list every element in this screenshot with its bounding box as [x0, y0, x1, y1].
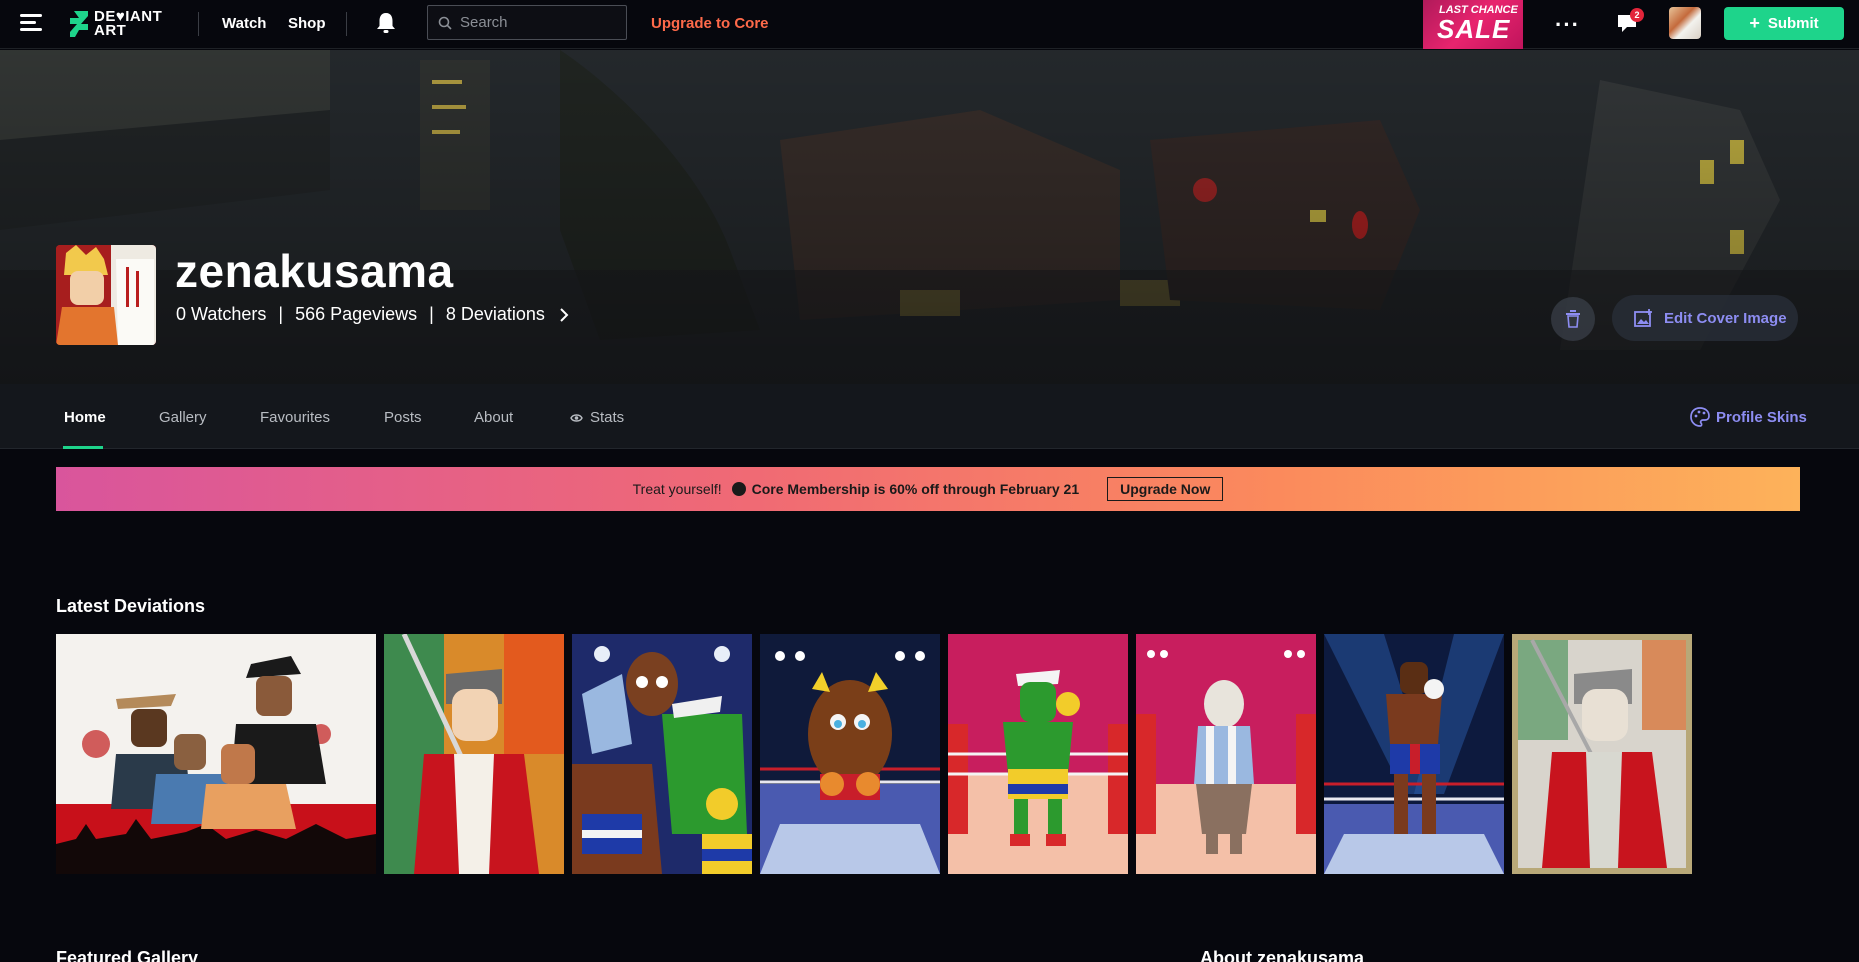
sale-banner[interactable]: LAST CHANCE SALE [1423, 0, 1523, 49]
deviation-thumbnail[interactable] [948, 634, 1128, 874]
profile-tabs: Home Gallery Favourites Posts About Stat… [0, 384, 1859, 449]
promo-banner[interactable]: Treat yourself! Core Membership is 60% o… [56, 467, 1800, 511]
tab-stats[interactable]: Stats [570, 409, 624, 426]
submit-button[interactable]: + Submit [1724, 7, 1844, 40]
watchers-count: 0 Watchers [176, 304, 267, 324]
pageviews-count: 566 Pageviews [295, 304, 418, 324]
deviantart-logo-icon [70, 11, 88, 37]
more-options-icon[interactable]: ··· [1555, 12, 1580, 38]
deviation-thumbnail[interactable] [1512, 634, 1692, 874]
tab-about[interactable]: About [474, 409, 513, 426]
upgrade-to-core-link[interactable]: Upgrade to Core [651, 15, 769, 32]
search-placeholder: Search [460, 14, 508, 31]
featured-gallery-title[interactable]: Featured Gallery [56, 948, 198, 962]
promo-core-text: Core Membership is 60% off through Febru… [751, 481, 1080, 497]
search-icon [438, 16, 452, 30]
deviation-thumbnail[interactable] [1136, 634, 1316, 874]
active-tab-indicator [63, 446, 103, 449]
thumbnail-image [760, 634, 940, 874]
palette-icon [1690, 407, 1710, 427]
edit-cover-image-button[interactable]: Edit Cover Image [1612, 295, 1798, 341]
thumbnail-image [56, 634, 376, 874]
notification-count-badge: 2 [1630, 8, 1644, 22]
user-avatar[interactable] [1669, 7, 1701, 39]
profile-stats[interactable]: 0 Watchers | 566 Pageviews | 8 Deviation… [176, 304, 569, 325]
deviation-thumbnail[interactable] [384, 634, 564, 874]
deviations-count: 8 Deviations [445, 304, 545, 324]
tab-home[interactable]: Home [64, 409, 106, 426]
thumbnail-image [1136, 634, 1316, 874]
nav-watch[interactable]: Watch [222, 15, 266, 32]
upgrade-now-button[interactable]: Upgrade Now [1107, 477, 1224, 501]
hamburger-menu-icon[interactable] [20, 14, 44, 34]
divider [346, 12, 347, 36]
logo-text: DE♥IANT ART [94, 8, 163, 39]
trash-icon [1566, 310, 1580, 328]
tab-favourites[interactable]: Favourites [260, 409, 330, 426]
deviation-thumbnail[interactable] [1324, 634, 1504, 874]
bell-icon[interactable] [376, 12, 396, 34]
thumbnail-image [1324, 634, 1504, 874]
deviation-thumbnail[interactable] [760, 634, 940, 874]
separator: | [278, 304, 284, 324]
deviation-thumbnail[interactable] [56, 634, 376, 874]
divider [198, 12, 199, 36]
profile-skins-link[interactable]: Profile Skins [1690, 407, 1807, 427]
delete-cover-button[interactable] [1551, 297, 1595, 341]
top-navigation-bar: DE♥IANT ART Watch Shop Search Upgrade to … [0, 0, 1859, 49]
deviation-thumbnail[interactable] [572, 634, 752, 874]
tab-gallery[interactable]: Gallery [159, 409, 207, 426]
promo-treat-text: Treat yourself! [632, 481, 722, 497]
search-input[interactable]: Search [427, 5, 627, 40]
thumbnail-image [948, 634, 1128, 874]
username: zenakusama [175, 245, 454, 297]
chevron-right-icon[interactable] [559, 307, 569, 322]
latest-deviations-title[interactable]: Latest Deviations [56, 596, 205, 617]
separator: | [429, 304, 434, 324]
nav-shop[interactable]: Shop [288, 15, 326, 32]
image-edit-icon [1634, 309, 1652, 327]
thumbnail-image [1512, 634, 1692, 874]
tab-posts[interactable]: Posts [384, 409, 422, 426]
about-section-title[interactable]: About zenakusama [1200, 948, 1364, 962]
thumbnail-image [572, 634, 752, 874]
eye-icon [570, 413, 583, 422]
deviantart-logo[interactable]: DE♥IANT ART [70, 8, 174, 40]
thumbnail-image [384, 634, 564, 874]
core-icon [731, 482, 746, 496]
profile-avatar[interactable] [56, 245, 156, 345]
avatar-illustration [56, 245, 156, 345]
plus-icon: + [1749, 13, 1760, 33]
sale-big-text: SALE [1437, 14, 1511, 44]
